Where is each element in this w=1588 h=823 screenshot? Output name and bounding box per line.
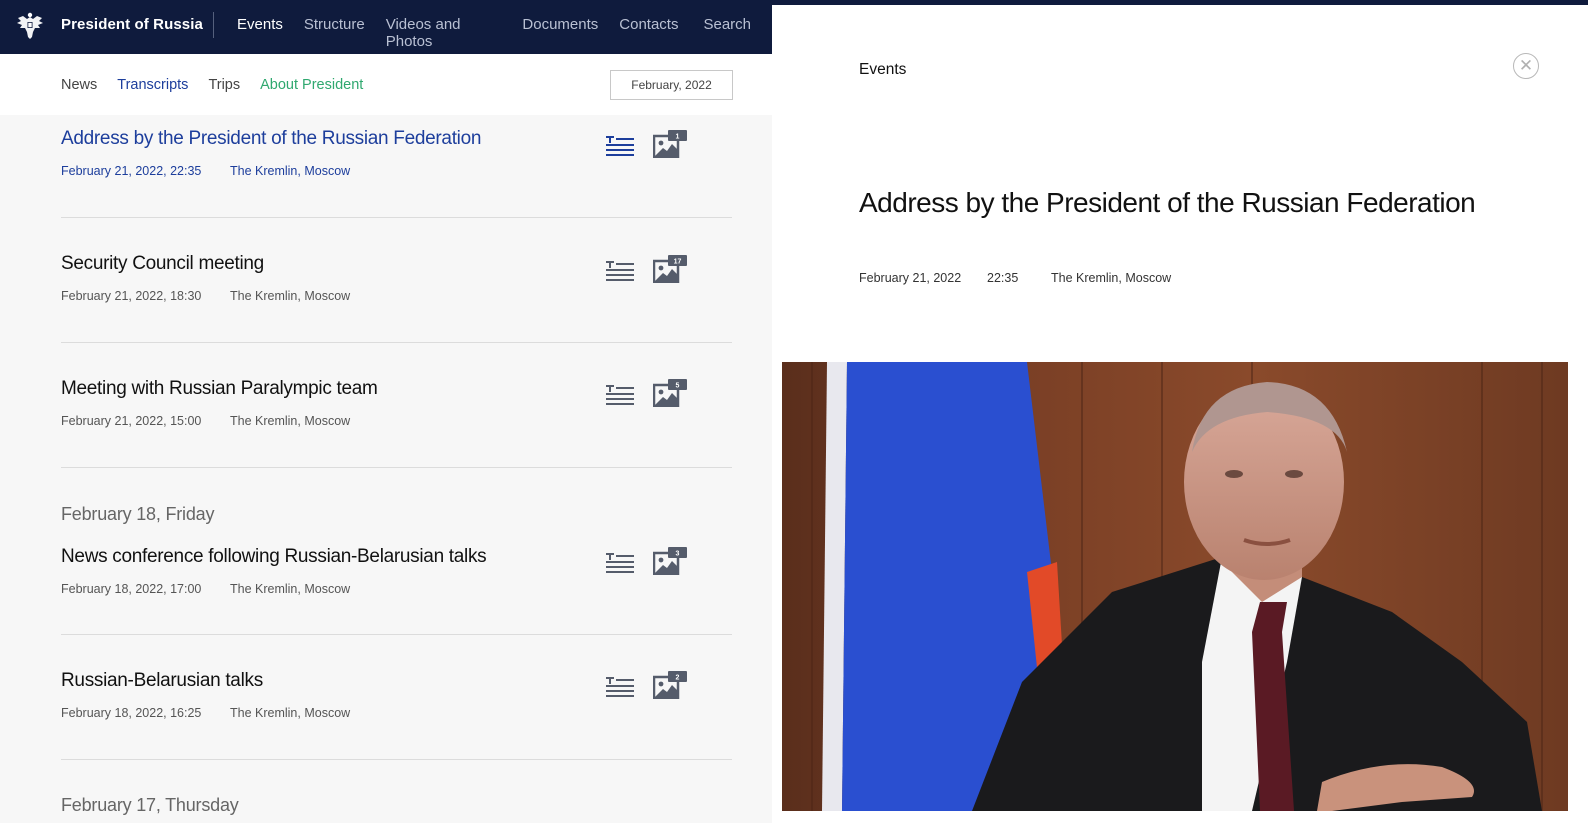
nav-contacts[interactable]: Contacts (619, 16, 678, 50)
item-divider (61, 467, 732, 468)
transcript-icon[interactable] (606, 135, 634, 157)
sub-nav: News Transcripts Trips About President (61, 77, 383, 93)
photo-gallery-icon[interactable]: 1 (653, 130, 687, 158)
transcript-icon[interactable] (606, 552, 634, 574)
main-nav: Events Structure Videos and Photos Docum… (237, 16, 772, 50)
day-header: February 17, Thursday (61, 795, 239, 815)
photo-count: 2 (676, 674, 680, 681)
photo-count: 1 (676, 133, 680, 140)
event-meta: February 21, 2022, 15:00 The Kremlin, Mo… (61, 414, 732, 428)
photo-gallery-icon[interactable]: 2 (653, 671, 687, 699)
photo-count: 3 (676, 550, 680, 557)
event-meta: February 21, 2022, 18:30 The Kremlin, Mo… (61, 289, 732, 303)
close-button[interactable]: ✕ (1513, 53, 1539, 79)
nav-search[interactable]: Search (703, 16, 751, 50)
event-headline: Address by the President of the Russian … (859, 187, 1476, 218)
subnav-about-president[interactable]: About President (260, 77, 363, 93)
site-brand-link[interactable]: President of Russia (61, 16, 203, 33)
photo-gallery-icon[interactable]: 3 (653, 547, 687, 575)
transcript-icon[interactable] (606, 260, 634, 282)
event-datetime: February 18, 2022, 16:25 (61, 706, 202, 720)
event-place: The Kremlin, Moscow (230, 706, 351, 720)
nav-documents[interactable]: Documents (522, 16, 598, 50)
nav-structure[interactable]: Structure (304, 16, 365, 50)
close-icon: ✕ (1518, 56, 1534, 75)
month-picker[interactable]: February, 2022 (610, 70, 733, 100)
item-divider (61, 217, 732, 218)
subnav-news[interactable]: News (61, 77, 97, 93)
event-datetime: February 21, 2022, 18:30 (61, 289, 202, 303)
double-headed-eagle-icon[interactable] (15, 10, 45, 40)
event-place: The Kremlin, Moscow (230, 164, 351, 178)
nav-videos-photos[interactable]: Videos and Photos (386, 16, 502, 50)
event-meta: February 18, 2022, 16:25 The Kremlin, Mo… (61, 706, 732, 720)
item-divider (61, 634, 732, 635)
item-divider (61, 342, 732, 343)
photo-count: 17 (674, 258, 682, 265)
sub-navigation-bar: News Transcripts Trips About President F… (0, 54, 772, 115)
event-detail-panel: Events ✕ Address by the President of the… (772, 0, 1588, 823)
section-label[interactable]: Events (859, 61, 906, 79)
event-detail-meta: February 21, 2022 22:35 The Kremlin, Mos… (859, 271, 1171, 285)
event-place: The Kremlin, Moscow (1051, 271, 1172, 285)
panel-top-border (772, 0, 1588, 5)
subnav-trips[interactable]: Trips (208, 77, 240, 93)
event-datetime: February 21, 2022, 22:35 (61, 164, 202, 178)
photo-count: 5 (676, 382, 680, 389)
event-datetime: February 21, 2022, 15:00 (61, 414, 202, 428)
transcript-icon[interactable] (606, 384, 634, 406)
event-place: The Kremlin, Moscow (230, 582, 351, 596)
event-place: The Kremlin, Moscow (230, 289, 351, 303)
nav-events[interactable]: Events (237, 16, 283, 50)
event-meta: February 21, 2022, 22:35 The Kremlin, Mo… (61, 164, 732, 178)
item-divider (61, 759, 732, 760)
photo-gallery-icon[interactable]: 5 (653, 379, 687, 407)
events-list-pane: President of Russia Events Structure Vid… (0, 0, 772, 823)
photo-gallery-icon[interactable]: 17 (653, 255, 687, 283)
event-date: February 21, 2022 (859, 271, 962, 285)
day-header: February 18, Friday (61, 504, 215, 524)
top-navigation-bar: President of Russia Events Structure Vid… (0, 0, 772, 54)
transcript-icon[interactable] (606, 676, 634, 698)
event-place: The Kremlin, Moscow (230, 414, 351, 428)
event-datetime: February 18, 2022, 17:00 (61, 582, 202, 596)
subnav-transcripts[interactable]: Transcripts (117, 77, 188, 93)
event-photo[interactable] (782, 362, 1568, 811)
brand-divider (213, 12, 214, 38)
event-meta: February 18, 2022, 17:00 The Kremlin, Mo… (61, 582, 732, 596)
event-time: 22:35 (987, 271, 1019, 285)
